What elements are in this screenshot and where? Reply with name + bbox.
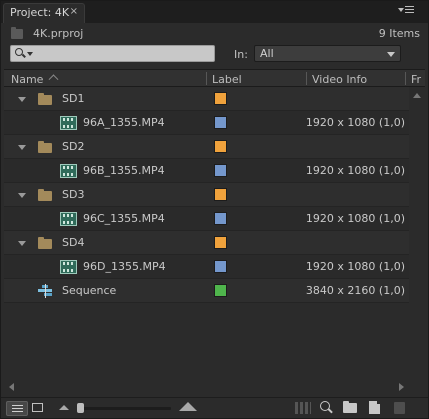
automate-to-sequence-icon[interactable]	[295, 402, 311, 414]
video-info: 1920 x 1080 (1,0)	[305, 116, 405, 129]
clip-row[interactable]: 96B_1355.MP4 1920 x 1080 (1,0)	[4, 159, 409, 183]
column-header: Name Label Video Info Fr	[4, 69, 425, 87]
sequence-icon	[38, 284, 54, 298]
scroll-up-icon[interactable]	[413, 93, 421, 98]
project-item-list: SD1 96A_1355.MP4 1920 x 1080 (1,0) SD2 96B_1…	[4, 87, 409, 379]
label-color-swatch[interactable]	[214, 140, 227, 153]
item-name: SD3	[62, 188, 85, 201]
tab-bar: Project: 4K ×	[1, 1, 428, 23]
video-info: 3840 x 2160 (1,0)	[305, 284, 405, 297]
zoom-in-icon[interactable]	[179, 402, 197, 412]
sequence-row[interactable]: Sequence 3840 x 2160 (1,0)	[4, 279, 409, 303]
video-clip-icon	[60, 260, 77, 274]
icon-view-icon[interactable]	[32, 403, 43, 412]
disclosure-triangle-icon[interactable]	[18, 145, 26, 150]
clip-row[interactable]: 96D_1355.MP4 1920 x 1080 (1,0)	[4, 255, 409, 279]
clear-icon[interactable]	[394, 402, 405, 414]
disclosure-triangle-icon[interactable]	[18, 97, 26, 102]
chevron-down-icon[interactable]	[27, 52, 33, 56]
vertical-scrollbar[interactable]	[409, 87, 425, 379]
project-file-icon	[11, 27, 23, 39]
label-color-swatch[interactable]	[214, 92, 227, 105]
item-name: 96C_1355.MP4	[83, 212, 165, 225]
in-filter-select[interactable]: All	[254, 45, 401, 62]
chevron-down-icon	[387, 52, 395, 57]
label-color-swatch[interactable]	[214, 260, 227, 273]
in-filter-value: All	[260, 47, 274, 60]
bin-row[interactable]: SD1	[4, 87, 409, 111]
item-name: SD4	[62, 236, 85, 249]
item-name: 96B_1355.MP4	[83, 164, 165, 177]
video-info: 1920 x 1080 (1,0)	[305, 260, 405, 273]
column-divider[interactable]	[405, 72, 406, 85]
column-divider[interactable]	[206, 72, 207, 85]
scroll-left-icon[interactable]	[9, 383, 14, 391]
video-info: 1920 x 1080 (1,0)	[305, 164, 405, 177]
label-color-swatch[interactable]	[214, 188, 227, 201]
label-color-swatch[interactable]	[214, 212, 227, 225]
new-bin-icon[interactable]	[343, 401, 357, 413]
video-clip-icon	[60, 116, 77, 130]
zoom-slider[interactable]	[77, 407, 171, 410]
label-color-swatch[interactable]	[214, 236, 227, 249]
label-color-swatch[interactable]	[214, 164, 227, 177]
new-item-icon[interactable]	[369, 400, 381, 414]
folder-icon	[38, 141, 52, 153]
panel-menu-icon[interactable]	[398, 5, 414, 17]
column-divider[interactable]	[306, 72, 307, 85]
disclosure-triangle-icon[interactable]	[18, 241, 26, 246]
bin-row[interactable]: SD4	[4, 231, 409, 255]
video-clip-icon	[60, 212, 77, 226]
search-input[interactable]	[10, 45, 215, 62]
item-name: Sequence	[62, 284, 117, 297]
project-panel: Project: 4K × 4K.prproj 9 Items In: All …	[0, 0, 429, 419]
bin-row[interactable]: SD3	[4, 183, 409, 207]
column-video-info[interactable]: Video Info	[312, 73, 367, 86]
tab-title: Project: 4K	[10, 6, 70, 19]
horizontal-scrollbar[interactable]	[4, 379, 409, 395]
disclosure-triangle-icon[interactable]	[18, 193, 26, 198]
sort-ascending-icon[interactable]	[50, 73, 60, 82]
zoom-slider-thumb[interactable]	[77, 403, 84, 413]
in-label: In:	[234, 48, 248, 61]
search-icon	[15, 48, 23, 56]
item-name: 96A_1355.MP4	[83, 116, 165, 129]
folder-icon	[38, 93, 52, 105]
bottom-toolbar	[1, 397, 428, 418]
zoom-out-icon[interactable]	[59, 405, 69, 410]
project-filename: 4K.prproj	[33, 27, 84, 40]
video-clip-icon	[60, 164, 77, 178]
chevron-down-icon	[398, 8, 404, 12]
list-view-icon[interactable]	[6, 401, 28, 416]
column-frame[interactable]: Fr	[411, 73, 421, 86]
item-name: SD1	[62, 92, 85, 105]
find-icon[interactable]	[320, 401, 330, 411]
column-name[interactable]: Name	[11, 73, 43, 86]
folder-icon	[38, 237, 52, 249]
item-name: SD2	[62, 140, 85, 153]
folder-icon	[38, 189, 52, 201]
menu-lines-icon	[405, 6, 414, 15]
clip-row[interactable]: 96A_1355.MP4 1920 x 1080 (1,0)	[4, 111, 409, 135]
item-count: 9 Items	[378, 27, 420, 40]
tab-project[interactable]: Project: 4K ×	[3, 3, 85, 23]
label-color-swatch[interactable]	[214, 116, 227, 129]
project-info: 4K.prproj 9 Items	[1, 23, 428, 43]
clip-row[interactable]: 96C_1355.MP4 1920 x 1080 (1,0)	[4, 207, 409, 231]
scroll-right-icon[interactable]	[399, 383, 404, 391]
close-icon[interactable]: ×	[70, 6, 78, 17]
video-info: 1920 x 1080 (1,0)	[305, 212, 405, 225]
item-name: 96D_1355.MP4	[83, 260, 166, 273]
bin-row[interactable]: SD2	[4, 135, 409, 159]
column-label[interactable]: Label	[212, 73, 242, 86]
label-color-swatch[interactable]	[214, 284, 227, 297]
